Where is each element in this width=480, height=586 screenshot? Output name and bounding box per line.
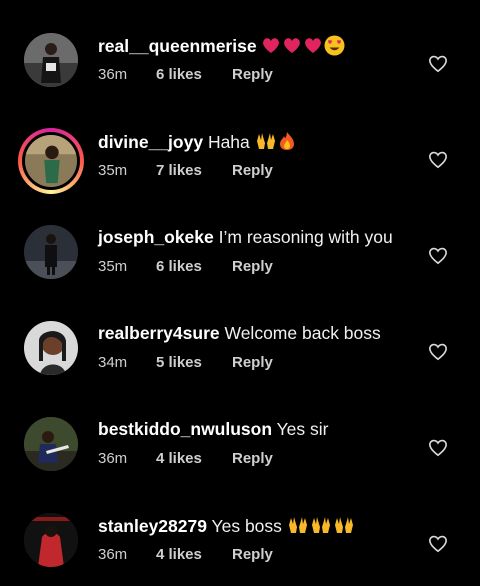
reply-button[interactable]: Reply — [232, 162, 273, 179]
comment-item: stanley28279 Yes boss 36m 4 likes Reply — [0, 487, 480, 583]
avatar[interactable] — [18, 128, 84, 194]
likes-count[interactable]: 5 likes — [156, 354, 202, 371]
heart-outline-icon[interactable] — [427, 533, 449, 553]
heart-outline-icon[interactable] — [427, 341, 449, 361]
comment-item: joseph_okeke I’m reasoning with you 35m … — [0, 199, 480, 295]
comment-time: 35m — [98, 162, 128, 179]
username[interactable]: joseph_okeke — [98, 227, 214, 247]
heart-outline-icon[interactable] — [427, 53, 449, 73]
reply-button[interactable]: Reply — [232, 66, 273, 83]
heart-outline-icon[interactable] — [427, 437, 449, 457]
username[interactable]: bestkiddo_nwuluson — [98, 419, 272, 439]
likes-count[interactable]: 4 likes — [156, 546, 202, 563]
comment-item: real__queenmerise 36m 6 likes Reply — [0, 7, 480, 103]
comment-body: Yes sir — [276, 419, 329, 439]
reply-button[interactable]: Reply — [232, 354, 273, 371]
comment-text-line: divine__joyy Haha — [98, 131, 296, 153]
comment-time: 34m — [98, 354, 128, 371]
username[interactable]: realberry4sure — [98, 323, 220, 343]
reply-button[interactable]: Reply — [232, 258, 273, 275]
username[interactable]: real__queenmerise — [98, 36, 257, 56]
heart-eyes-icon — [324, 35, 345, 56]
avatar[interactable] — [24, 513, 78, 567]
avatar[interactable] — [24, 33, 78, 87]
comment-body: I’m reasoning with you — [218, 227, 393, 247]
comment-text-line: realberry4sure Welcome back boss — [98, 323, 381, 344]
heart-red-icon — [263, 38, 280, 53]
comment-time: 36m — [98, 66, 128, 83]
reply-button[interactable]: Reply — [232, 546, 273, 563]
raised-hands-icon — [311, 517, 330, 533]
avatar[interactable] — [24, 225, 78, 279]
username[interactable]: divine__joyy — [98, 132, 203, 152]
raised-hands-icon — [256, 133, 275, 149]
likes-count[interactable]: 7 likes — [156, 162, 202, 179]
likes-count[interactable]: 6 likes — [156, 66, 202, 83]
comments-list: real__queenmerise 36m 6 likes Reply divi… — [0, 0, 480, 586]
comment-time: 36m — [98, 546, 128, 563]
fire-icon — [279, 132, 294, 150]
comment-body: Haha — [207, 132, 250, 152]
comment-text-line: bestkiddo_nwuluson Yes sir — [98, 419, 328, 440]
comment-text-line: joseph_okeke I’m reasoning with you — [98, 227, 393, 248]
comment-item: realberry4sure Welcome back boss 34m 5 l… — [0, 295, 480, 391]
raised-hands-icon — [288, 517, 307, 533]
raised-hands-icon — [334, 517, 353, 533]
username[interactable]: stanley28279 — [98, 516, 207, 536]
avatar[interactable] — [24, 321, 78, 375]
comment-text-line: real__queenmerise — [98, 35, 345, 57]
comment-item: divine__joyy Haha 35m 7 likes Reply — [0, 103, 480, 199]
comment-time: 36m — [98, 450, 128, 467]
heart-outline-icon[interactable] — [427, 149, 449, 169]
comment-text-line: stanley28279 Yes boss — [98, 515, 355, 537]
likes-count[interactable]: 6 likes — [156, 258, 202, 275]
comment-time: 35m — [98, 258, 128, 275]
likes-count[interactable]: 4 likes — [156, 450, 202, 467]
reply-button[interactable]: Reply — [232, 450, 273, 467]
heart-red-icon — [284, 38, 301, 53]
comment-body: Yes boss — [211, 516, 282, 536]
comment-body: Welcome back boss — [224, 323, 381, 343]
avatar[interactable] — [24, 417, 78, 471]
heart-red-icon — [305, 38, 322, 53]
comment-item: bestkiddo_nwuluson Yes sir 36m 4 likes R… — [0, 391, 480, 487]
heart-outline-icon[interactable] — [427, 245, 449, 265]
